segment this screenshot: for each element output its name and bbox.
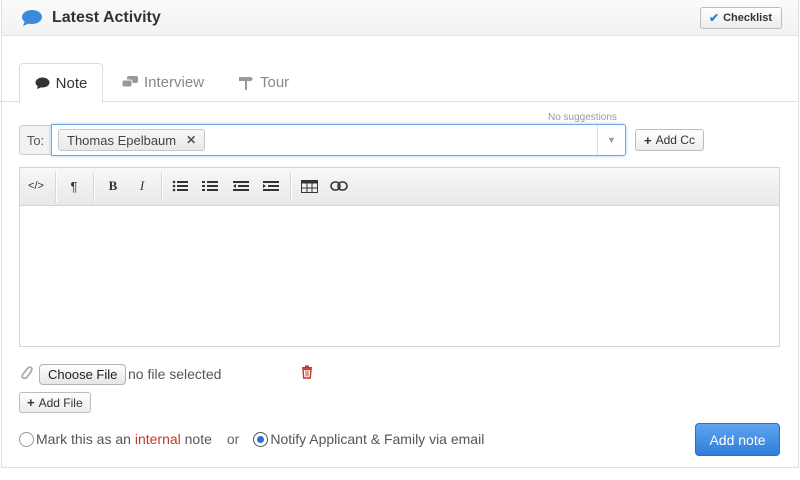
- file-status: no file selected: [128, 366, 222, 382]
- bold-icon[interactable]: B: [101, 176, 125, 196]
- no-suggestions-hint: No suggestions: [548, 112, 617, 123]
- link-icon[interactable]: [327, 176, 351, 196]
- plus-icon: +: [27, 395, 35, 410]
- tab-tour-label: Tour: [260, 74, 290, 91]
- tab-note-label: Note: [55, 74, 88, 92]
- toolbar-divider: [55, 172, 56, 202]
- chat-bubbles-icon: [122, 76, 138, 89]
- tab-interview-label: Interview: [144, 74, 205, 91]
- or-separator: or: [226, 431, 240, 447]
- tab-tour[interactable]: Tour: [238, 63, 289, 102]
- notify-label: Notify Applicant & Family via email: [270, 431, 485, 447]
- outdent-icon[interactable]: [229, 176, 253, 196]
- recipient-chip: Thomas Epelbaum ✕: [58, 129, 206, 151]
- add-note-button[interactable]: Add note: [695, 423, 780, 456]
- page-title: Latest Activity: [52, 9, 161, 26]
- toolbar-divider: [93, 172, 94, 202]
- internal-note-radio[interactable]: [19, 431, 34, 447]
- italic-icon[interactable]: I: [130, 176, 154, 196]
- tab-divider: [0, 101, 798, 102]
- toolbar-divider: [290, 172, 291, 202]
- recipient-chip-label: Thomas Epelbaum: [67, 132, 177, 148]
- numbered-list-icon[interactable]: [198, 176, 222, 196]
- speech-bubble-icon: [21, 9, 43, 27]
- to-label: To:: [19, 125, 51, 155]
- checklist-label: Checklist: [723, 12, 772, 24]
- trash-icon[interactable]: [301, 365, 313, 382]
- chevron-down-icon[interactable]: ▼: [597, 125, 625, 155]
- tab-interview[interactable]: Interview: [122, 63, 204, 102]
- add-cc-button[interactable]: + Add Cc: [635, 129, 704, 151]
- bullet-list-icon[interactable]: [168, 176, 192, 196]
- notify-email-radio[interactable]: [253, 431, 269, 447]
- editor-body[interactable]: [20, 206, 779, 346]
- plus-icon: +: [644, 132, 652, 148]
- indent-icon[interactable]: [259, 176, 283, 196]
- table-icon[interactable]: [297, 176, 321, 196]
- paperclip-icon: [19, 365, 33, 384]
- signpost-icon: [238, 76, 254, 90]
- internal-suffix: note: [184, 431, 212, 447]
- tab-note[interactable]: Note: [19, 63, 103, 103]
- panel-header: Latest Activity ✔ Checklist: [2, 0, 798, 36]
- add-file-button[interactable]: + Add File: [19, 392, 91, 413]
- choose-file-button[interactable]: Choose File: [39, 364, 127, 385]
- checklist-button[interactable]: ✔ Checklist: [700, 7, 782, 29]
- recipient-input[interactable]: Thomas Epelbaum ✕ ▼: [51, 124, 626, 156]
- editor-toolbar: </> ¶ B I: [20, 168, 779, 206]
- internal-word: internal: [134, 431, 181, 447]
- speech-bubble-icon: [35, 77, 50, 90]
- paragraph-icon[interactable]: ¶: [62, 176, 86, 196]
- toolbar-divider: [161, 172, 162, 202]
- rich-text-editor: </> ¶ B I: [19, 167, 780, 347]
- add-file-label: Add File: [38, 395, 83, 410]
- html-source-icon[interactable]: </>: [24, 176, 48, 196]
- internal-prefix: Mark this as an: [36, 431, 131, 447]
- add-cc-label: Add Cc: [655, 133, 695, 147]
- note-options: Mark this as an internal note or Notify …: [19, 430, 484, 448]
- checkmark-icon: ✔: [709, 11, 720, 25]
- close-icon[interactable]: ✕: [186, 133, 196, 147]
